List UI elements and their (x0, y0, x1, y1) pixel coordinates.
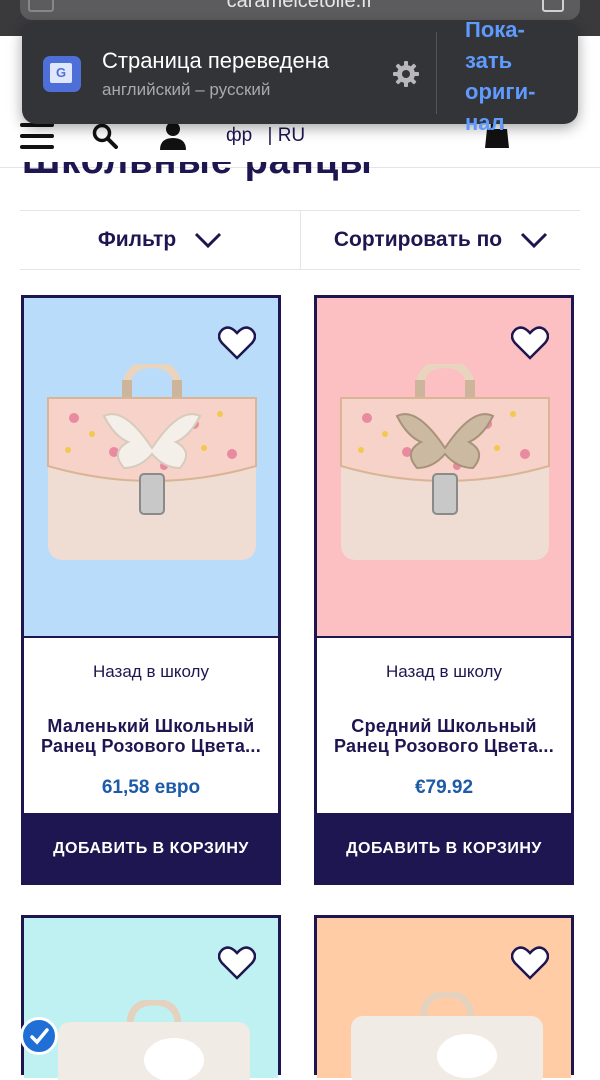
heart-icon[interactable] (511, 326, 549, 360)
search-icon[interactable] (92, 123, 118, 149)
product-card[interactable] (314, 915, 574, 1080)
lang-separator: | (267, 125, 273, 146)
product-category: Назад в школу (386, 662, 502, 681)
sort-button[interactable]: Сортировать по (301, 211, 581, 269)
heart-icon[interactable] (218, 946, 256, 980)
filter-label: Фильтр (97, 228, 177, 251)
reader-icon[interactable] (542, 0, 564, 12)
product-image[interactable] (317, 918, 571, 1080)
show-original-button[interactable]: Пока-зать ориги-нал (465, 22, 565, 138)
product-name[interactable]: Средний Школьный Ранец Розового Цвета... (327, 716, 561, 756)
lang-other[interactable]: RU (278, 125, 305, 146)
accessibility-icon[interactable] (20, 1017, 58, 1055)
product-price: €79.92 (414, 777, 474, 798)
backpack-illustration (340, 364, 550, 560)
filter-button[interactable]: Фильтр (20, 211, 300, 269)
translate-languages: английский – русский (102, 80, 271, 99)
add-to-cart-button[interactable]: ДОБАВИТЬ В КОРЗИНУ (314, 813, 574, 885)
translate-popup: G Страница переведена английский – русск… (22, 22, 578, 135)
product-image[interactable] (24, 918, 278, 1080)
sort-label: Сортировать по (333, 228, 503, 251)
heart-icon[interactable] (511, 946, 549, 980)
url-text[interactable]: caramelcetoile.fr (0, 0, 600, 13)
product-price: 61,58 евро (101, 777, 201, 798)
product-card[interactable]: Назад в школу Маленький Школьный Ранец Р… (21, 295, 281, 885)
account-icon[interactable] (158, 121, 188, 151)
chevron-down-icon (195, 232, 222, 249)
chevron-down-icon (521, 232, 548, 249)
product-category: Назад в школу (93, 662, 209, 681)
backpack-illustration (47, 364, 257, 560)
product-card[interactable] (21, 915, 281, 1080)
product-name[interactable]: Маленький Школьный Ранец Розового Цвета.… (34, 716, 268, 756)
translate-title: Страница переведена (102, 48, 330, 73)
add-to-cart-button[interactable]: ДОБАВИТЬ В КОРЗИНУ (21, 813, 281, 885)
heart-icon[interactable] (218, 326, 256, 360)
product-card[interactable]: Назад в школу Средний Школьный Ранец Роз… (314, 295, 574, 885)
menu-icon[interactable] (20, 123, 54, 149)
product-image[interactable] (317, 298, 571, 636)
popup-divider (436, 32, 437, 114)
product-image[interactable] (24, 298, 278, 636)
filter-sort-bar: Фильтр Сортировать по (20, 210, 580, 270)
language-switcher[interactable]: фр | RU (226, 125, 305, 147)
backpack-illustration (58, 1000, 250, 1080)
gear-icon[interactable] (392, 60, 420, 88)
lang-current[interactable]: фр (226, 125, 252, 146)
google-translate-icon: G (43, 56, 81, 92)
backpack-illustration (351, 992, 543, 1080)
